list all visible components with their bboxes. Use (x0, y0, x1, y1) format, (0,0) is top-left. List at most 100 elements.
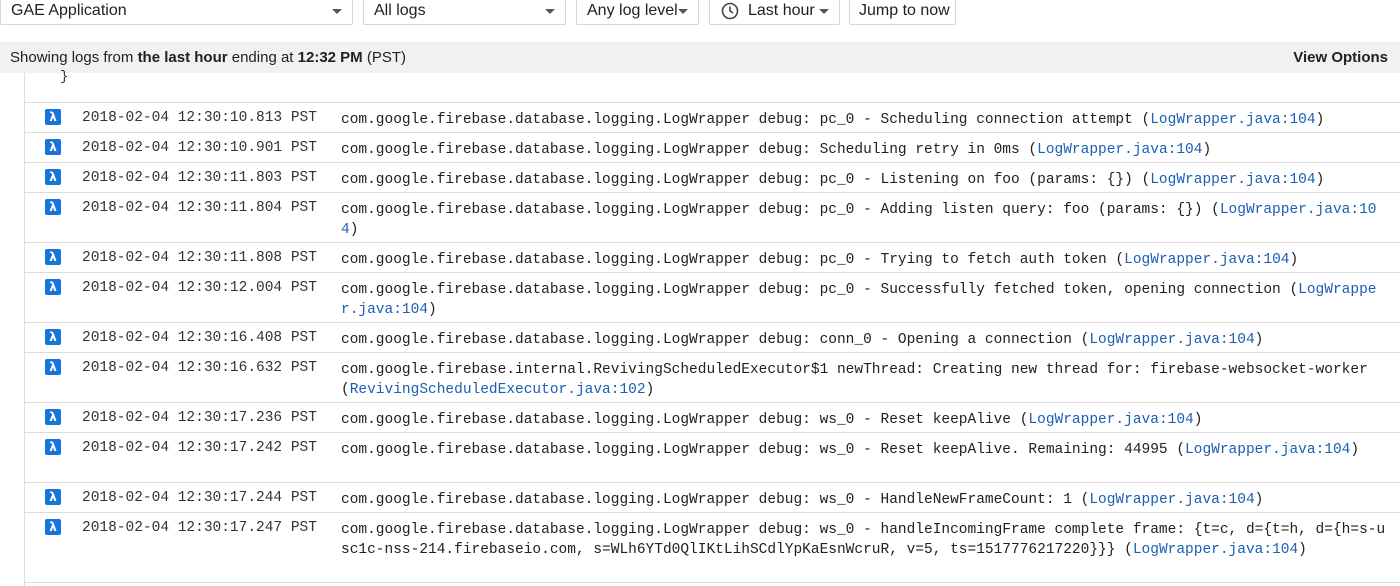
source-link[interactable]: LogWrapper.java:104 (1089, 492, 1254, 508)
log-timestamp: 2018-02-04 12:30:10.813 PST (82, 110, 317, 126)
time-range-dropdown-label: Last hour (748, 2, 815, 19)
log-timestamp: 2018-02-04 12:30:17.247 PST (82, 520, 317, 536)
log-message: com.google.firebase.database.logging.Log… (341, 250, 1389, 270)
log-message-end: ) (1315, 172, 1325, 188)
chevron-down-icon (332, 9, 342, 14)
source-link[interactable]: LogWrapper.java:104 (1133, 542, 1298, 558)
log-viewer: } λ 2018-02-04 12:30:10.813 PST com.google… (0, 69, 1400, 586)
source-link[interactable]: LogWrapper.java:104 (1150, 112, 1315, 128)
resource-dropdown[interactable]: GAE Application (0, 0, 353, 25)
log-entry-row[interactable]: λ 2018-02-04 12:30:16.408 PST com.google.f… (24, 323, 1400, 353)
lambda-icon: λ (45, 249, 61, 265)
log-message-text: com.google.firebase.database.logging.Log… (341, 332, 1090, 348)
log-message-end: ) (1254, 492, 1264, 508)
log-message-text: com.google.firebase.database.logging.Log… (341, 282, 1299, 298)
lambda-icon: λ (45, 139, 61, 155)
log-entry-row[interactable]: λ 2018-02-04 12:30:17.247 PST com.google.f… (24, 513, 1400, 583)
log-message: com.google.firebase.database.logging.Log… (341, 520, 1389, 560)
log-message: com.google.firebase.database.logging.Log… (341, 200, 1389, 240)
jump-to-now-label: Jump to now (859, 2, 950, 19)
lambda-icon: λ (45, 279, 61, 295)
log-timestamp: 2018-02-04 12:30:11.808 PST (82, 250, 317, 266)
lambda-icon: λ (45, 439, 61, 455)
source-link[interactable]: LogWrapper.java:104 (1150, 172, 1315, 188)
log-message: com.google.firebase.database.logging.Log… (341, 140, 1389, 160)
log-entries: λ 2018-02-04 12:30:10.813 PST com.google.f… (24, 102, 1400, 583)
range-value: the last hour (137, 49, 228, 66)
log-level-dropdown[interactable]: Any log level (576, 0, 699, 25)
log-timestamp: 2018-02-04 12:30:16.408 PST (82, 330, 317, 346)
log-message-end: ) (1193, 412, 1203, 428)
log-message-end: ) (645, 382, 655, 398)
log-entry-row[interactable]: λ 2018-02-04 12:30:11.804 PST com.google.f… (24, 193, 1400, 243)
logs-dropdown-label: All logs (374, 2, 426, 19)
source-link[interactable]: LogWrapper.java:104 (1028, 412, 1193, 428)
source-link[interactable]: RevivingScheduledExecutor.java:102 (350, 382, 646, 398)
log-message-text: com.google.firebase.database.logging.Log… (341, 252, 1125, 268)
log-message: com.google.firebase.internal.RevivingSch… (341, 360, 1389, 400)
source-link[interactable]: LogWrapper.java:104 (1124, 252, 1289, 268)
log-message-end: ) (1254, 332, 1264, 348)
log-range-infobar: Showing logs from the last hour ending a… (0, 42, 1400, 73)
log-entry-row[interactable]: λ 2018-02-04 12:30:17.242 PST com.google.f… (24, 433, 1400, 483)
log-message: com.google.firebase.database.logging.Log… (341, 110, 1389, 130)
log-message-end: ) (349, 222, 359, 238)
log-entry-row[interactable]: λ 2018-02-04 12:30:17.236 PST com.google.f… (24, 403, 1400, 433)
log-message-end: ) (1350, 442, 1360, 458)
range-prefix: Showing logs from (10, 49, 138, 66)
log-message-end: ) (428, 302, 437, 318)
log-entry-row[interactable]: λ 2018-02-04 12:30:10.813 PST com.google.f… (24, 103, 1400, 133)
chevron-down-icon (819, 9, 829, 14)
log-timestamp: 2018-02-04 12:30:10.901 PST (82, 140, 317, 156)
log-message: com.google.firebase.database.logging.Log… (341, 410, 1389, 430)
log-message: com.google.firebase.database.logging.Log… (341, 330, 1389, 350)
chevron-down-icon (678, 9, 688, 14)
range-timezone: (PST) (362, 49, 407, 66)
log-entry-row[interactable]: λ 2018-02-04 12:30:12.004 PST com.google.f… (24, 273, 1400, 323)
log-message: com.google.firebase.database.logging.Log… (341, 280, 1389, 320)
log-entry-row[interactable]: λ 2018-02-04 12:30:11.808 PST com.google.f… (24, 243, 1400, 273)
log-message-end: ) (1289, 252, 1299, 268)
lambda-icon: λ (45, 329, 61, 345)
log-timestamp: 2018-02-04 12:30:11.804 PST (82, 200, 317, 216)
log-entry-row[interactable]: λ 2018-02-04 12:30:17.244 PST com.google.f… (24, 483, 1400, 513)
log-message: com.google.firebase.database.logging.Log… (341, 490, 1389, 510)
log-timestamp: 2018-02-04 12:30:17.236 PST (82, 410, 317, 426)
log-message: com.google.firebase.database.logging.Log… (341, 170, 1389, 190)
lambda-icon: λ (45, 489, 61, 505)
clock-icon (721, 2, 739, 20)
lambda-icon: λ (45, 169, 61, 185)
source-link[interactable]: LogWrapper.java:104 (1089, 332, 1254, 348)
log-timestamp: 2018-02-04 12:30:17.244 PST (82, 490, 317, 506)
source-link[interactable]: LogWrapper.java:104 (1037, 142, 1202, 158)
lambda-icon: λ (45, 109, 61, 125)
jump-to-now-button[interactable]: Jump to now (849, 0, 956, 25)
log-message-text: com.google.firebase.database.logging.Log… (341, 202, 1220, 218)
log-timestamp: 2018-02-04 12:30:16.632 PST (82, 360, 317, 376)
log-entry-row[interactable]: λ 2018-02-04 12:30:11.803 PST com.google.f… (24, 163, 1400, 193)
lambda-icon: λ (45, 359, 61, 375)
lambda-icon: λ (45, 409, 61, 425)
time-range-dropdown[interactable]: Last hour (709, 0, 840, 25)
log-message-text: com.google.firebase.database.logging.Log… (341, 492, 1090, 508)
lambda-icon: λ (45, 519, 61, 535)
log-range-text: Showing logs from the last hour ending a… (10, 42, 406, 73)
range-middle: ending at (227, 49, 298, 66)
log-entry-row[interactable]: λ 2018-02-04 12:30:16.632 PST com.google.f… (24, 353, 1400, 403)
log-level-dropdown-label: Any log level (587, 2, 678, 19)
toolbar: GAE Application All logs Any log level L… (0, 0, 1400, 30)
log-timestamp: 2018-02-04 12:30:17.242 PST (82, 440, 317, 456)
source-link[interactable]: LogWrapper.java:104 (1185, 442, 1350, 458)
log-timestamp: 2018-02-04 12:30:12.004 PST (82, 280, 317, 296)
log-message-text: com.google.firebase.database.logging.Log… (341, 412, 1029, 428)
log-entry-row[interactable]: λ 2018-02-04 12:30:10.901 PST com.google.f… (24, 133, 1400, 163)
log-message-text: com.google.firebase.database.logging.Log… (341, 172, 1151, 188)
log-message-text: com.google.firebase.database.logging.Log… (341, 442, 1186, 458)
logs-dropdown[interactable]: All logs (363, 0, 566, 25)
log-message: com.google.firebase.database.logging.Log… (341, 440, 1389, 460)
view-options-button[interactable]: View Options (1293, 42, 1388, 73)
range-end-time: 12:32 PM (297, 49, 363, 66)
log-message-text: com.google.firebase.database.logging.Log… (341, 142, 1038, 158)
log-timestamp: 2018-02-04 12:30:11.803 PST (82, 170, 317, 186)
resource-dropdown-label: GAE Application (11, 2, 127, 19)
